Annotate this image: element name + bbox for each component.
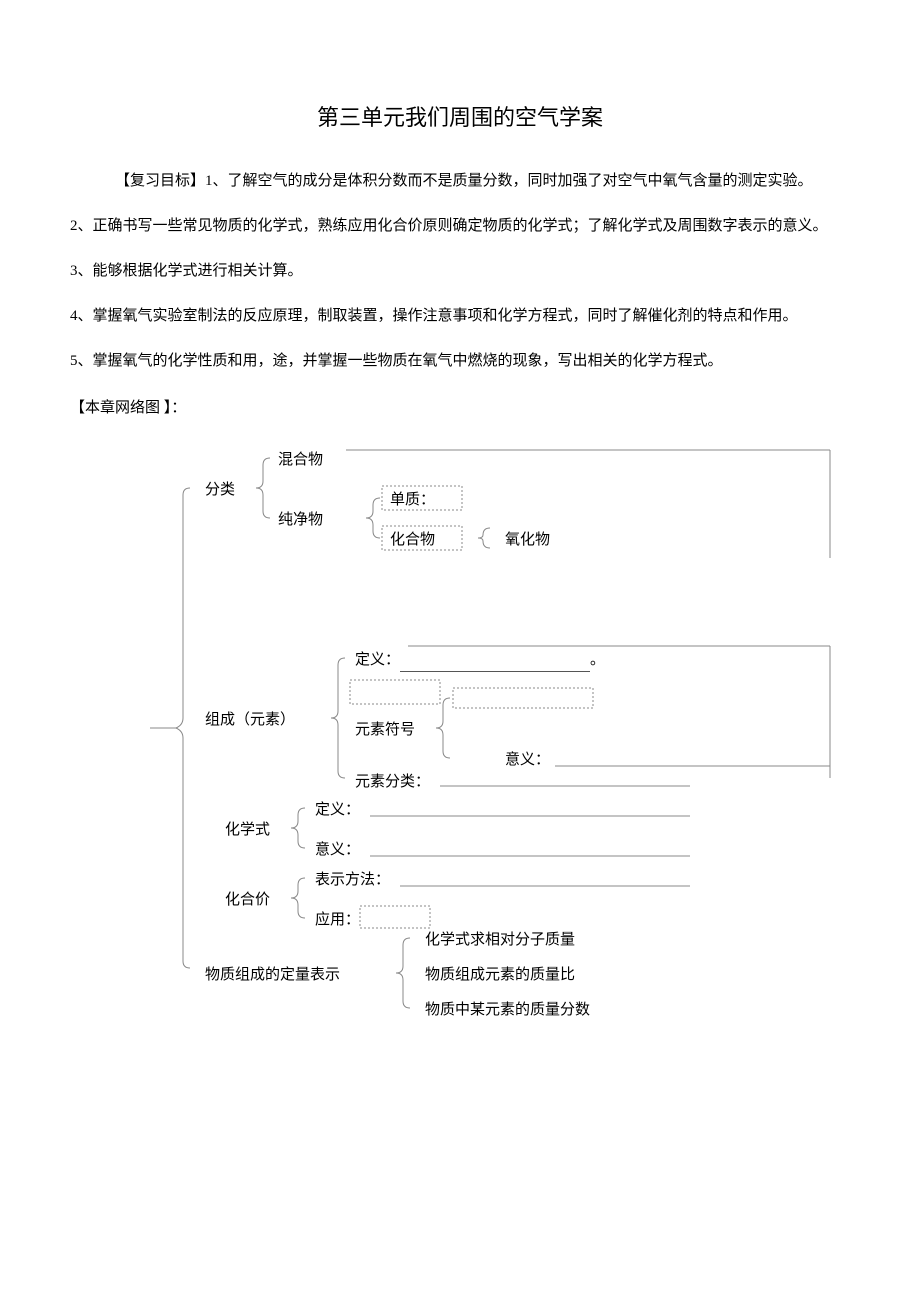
node-danzhi: 单质： xyxy=(390,488,435,512)
node-chunjingwu: 纯净物 xyxy=(278,508,323,532)
node-huahewu: 化合物 xyxy=(390,528,435,552)
node-huaxueshi: 化学式 xyxy=(225,818,270,842)
network-diagram: 分类 混合物 纯净物 单质： 化合物 氧化物 组成（元素） 定义：。 元素符号 … xyxy=(110,428,890,1048)
objective-3: 3、能够根据化学式进行相关计算。 xyxy=(70,255,850,288)
dingyi-text: 定义： xyxy=(355,652,400,668)
objective-1: 1、了解空气的成分是体积分数而不是质量分数，同时加强了对空气中氧气含量的测定实验… xyxy=(205,173,813,189)
node-yuansu-fuhao: 元素符号 xyxy=(355,718,415,742)
node-q1: 化学式求相对分子质量 xyxy=(425,928,575,952)
diagram-label: 【本章网络图 】： xyxy=(70,396,850,420)
dingyi-period: 。 xyxy=(590,652,605,668)
node-yanghuawu: 氧化物 xyxy=(505,528,550,552)
node-dingyi2: 定义： xyxy=(315,798,360,822)
objective-2: 2、正确书写一些常见物质的化学式，熟练应用化合价原则确定物质的化学式；了解化学式… xyxy=(70,210,850,243)
node-fenlei: 分类 xyxy=(205,478,235,502)
node-yiyi: 意义： xyxy=(505,748,550,772)
node-q2: 物质组成元素的质量比 xyxy=(425,963,575,987)
node-huahejia: 化合价 xyxy=(225,888,270,912)
node-dingyi: 定义： 。 xyxy=(355,648,605,672)
bracket-lines xyxy=(110,428,890,1048)
yiyi-text: 意义： xyxy=(505,752,550,768)
node-biaoshi: 表示方法： xyxy=(315,868,390,892)
objective-5: 5、掌握氧气的化学性质和用，途，并掌握一些物质在氧气中燃烧的现象，写出相关的化学… xyxy=(70,345,850,378)
objectives-intro: 【复习目标】1、了解空气的成分是体积分数而不是质量分数，同时加强了对空气中氧气含… xyxy=(70,165,850,198)
node-q3: 物质中某元素的质量分数 xyxy=(425,998,590,1022)
node-dingliang: 物质组成的定量表示 xyxy=(205,963,340,987)
node-yingyong: 应用： xyxy=(315,908,360,932)
objectives-label: 【复习目标】 xyxy=(115,173,205,189)
node-zucheng: 组成（元素） xyxy=(205,708,295,732)
objective-4: 4、掌握氧气实验室制法的反应原理，制取装置，操作注意事项和化学方程式，同时了解催… xyxy=(70,300,850,333)
page-title: 第三单元我们周围的空气学案 xyxy=(70,100,850,135)
node-yuansu-fenlei: 元素分类： xyxy=(355,770,430,794)
node-hunhewu: 混合物 xyxy=(278,448,323,472)
node-yiyi2: 意义： xyxy=(315,838,360,862)
dingyi-blank xyxy=(400,657,590,672)
